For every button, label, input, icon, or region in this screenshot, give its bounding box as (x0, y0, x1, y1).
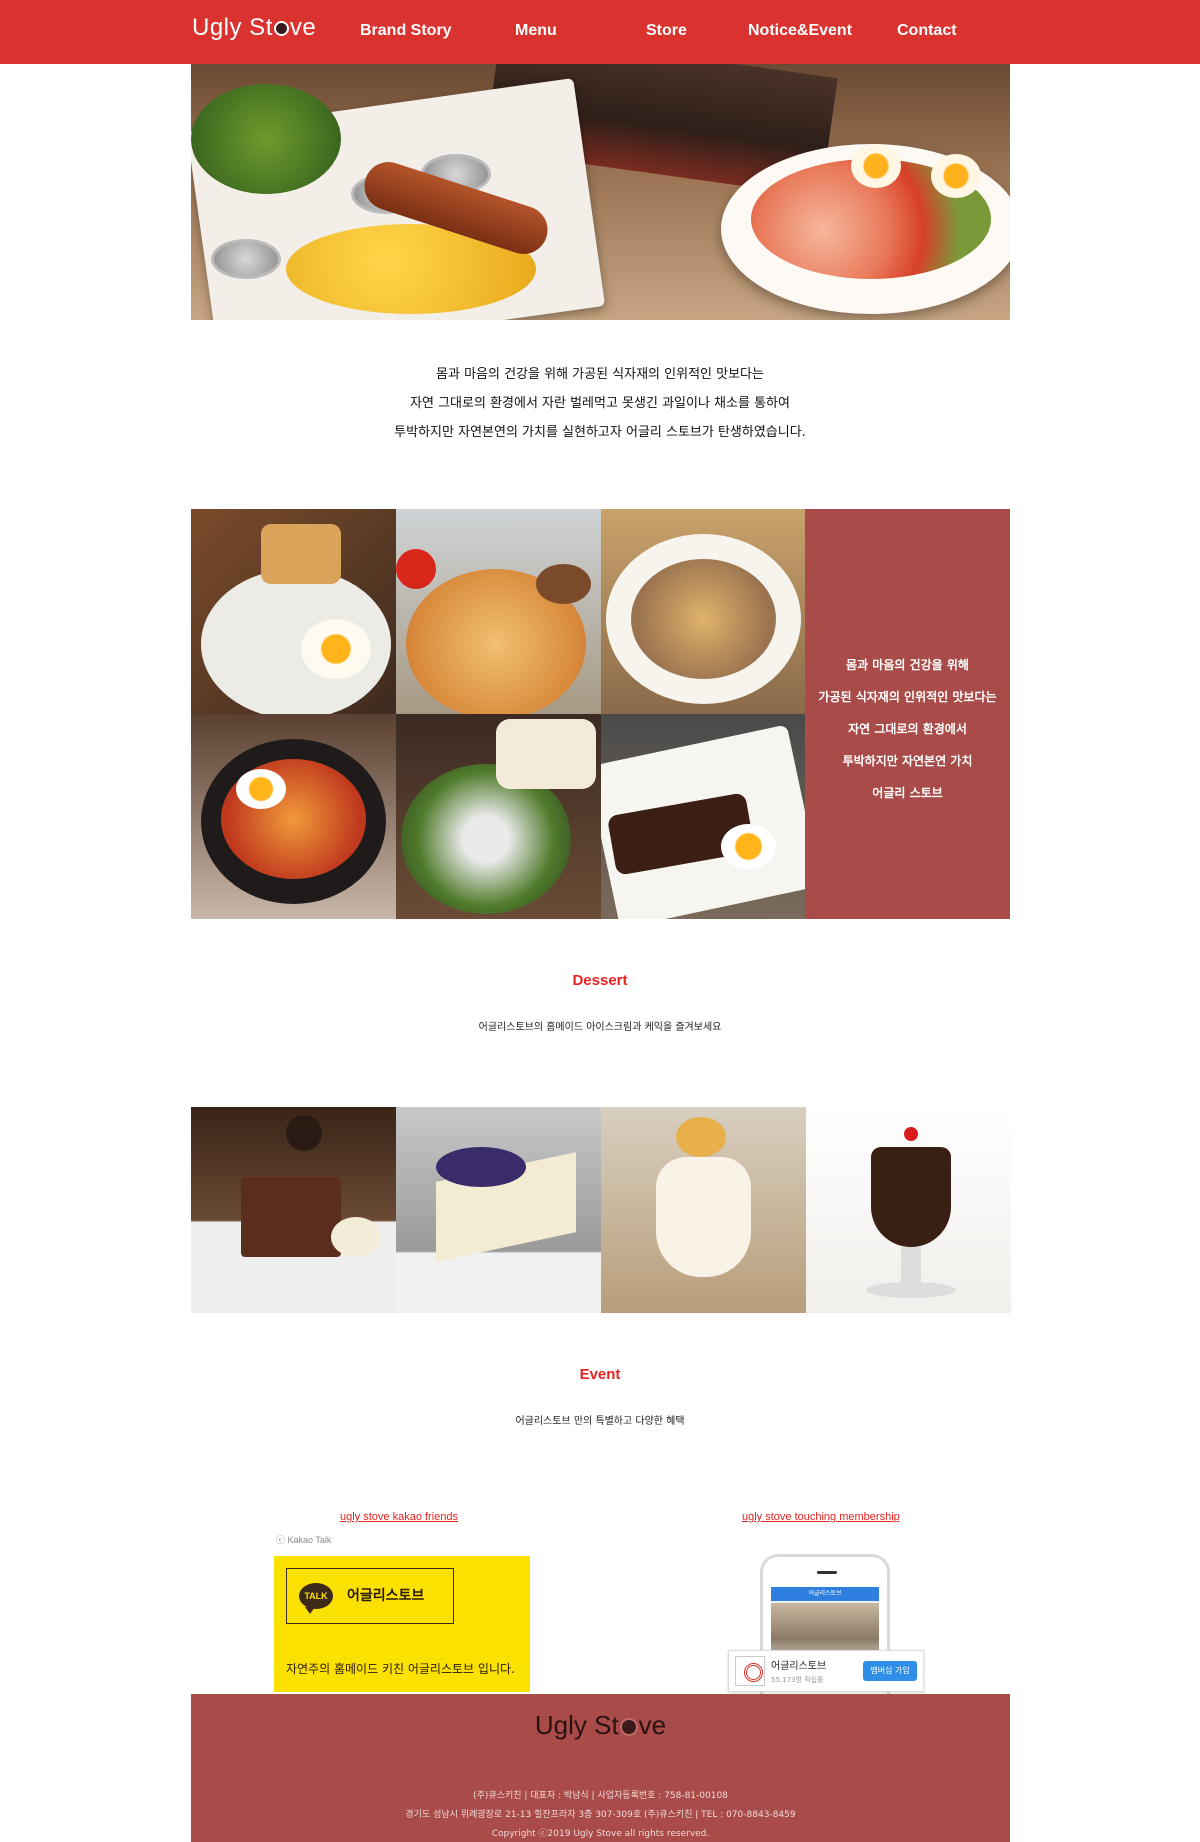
site-footer: Ugly St ve (주)큐스키친 | 대표자 : 박남식 | 사업자등록번호 … (191, 1694, 1010, 1842)
membership-card: 어글리스토브 55,173명 적립중 멤버십 가입 (728, 1650, 924, 1692)
dessert-photo-brownie[interactable] (191, 1107, 396, 1313)
site-logo[interactable]: Ugly St ve (192, 14, 316, 42)
menu-photo-grid: 몸과 마음의 건강을 위해 가공된 식자재의 인위적인 맛보다는 자연 그대로의… (191, 509, 1010, 919)
nav-brand-story[interactable]: Brand Story (360, 22, 452, 40)
membership-count: 55,173명 적립중 (771, 1676, 824, 1684)
panel-line: 투박하지만 자연본연 가치 (842, 754, 973, 768)
membership-join-button[interactable]: 멤버십 가입 (863, 1661, 917, 1681)
brand-intro: 몸과 마음의 건강을 위해 가공된 식자재의 인위적인 맛보다는 자연 그대로의… (0, 360, 1200, 447)
kakao-channel-box: TALK 어글리스토브 (286, 1568, 454, 1624)
nav-menu[interactable]: Menu (515, 22, 557, 40)
menu-brand-panel: 몸과 마음의 건강을 위해 가공된 식자재의 인위적인 맛보다는 자연 그대로의… (805, 509, 1010, 919)
footer-company-info: (주)큐스키친 | 대표자 : 박남식 | 사업자등록번호 : 758-81-0… (473, 1791, 728, 1801)
nav-notice-event[interactable]: Notice&Event (748, 22, 852, 40)
menu-photo-salad[interactable] (396, 714, 601, 919)
kakao-channel-name: 어글리스토브 (347, 1588, 425, 1604)
nav-store[interactable]: Store (646, 22, 687, 40)
menu-photo-pasta[interactable] (601, 509, 806, 714)
footer-copyright: Copyright ⓒ2019 Ugly Stove all rights re… (491, 1829, 710, 1839)
panel-line: 가공된 식자재의 인위적인 맛보다는 (818, 690, 997, 704)
kakao-talk-icon: TALK (299, 1583, 333, 1614)
dessert-photo-strip (191, 1107, 1011, 1313)
kakao-friends-link[interactable]: ugly stove kakao friends (340, 1511, 458, 1523)
panel-line: 몸과 마음의 건강을 위해 (846, 658, 969, 672)
event-title: Event (579, 1366, 621, 1383)
phone-speaker (817, 1571, 837, 1574)
footer-logo: Ugly St ve (534, 1710, 667, 1740)
intro-line: 투박하지만 자연본연의 가치를 실현하고자 어글리 스토브가 탄생하였습니다. (394, 425, 806, 440)
intro-line: 자연 그대로의 환경에서 자란 벌레먹고 못생긴 과일이나 채소를 통하여 (410, 396, 790, 411)
hero-food-image (191, 64, 1010, 320)
phone-screen-title: 어글리스토브 (771, 1587, 879, 1601)
dessert-photo-cheesecake[interactable] (396, 1107, 601, 1313)
menu-photo-pizza[interactable] (396, 509, 601, 714)
membership-link[interactable]: ugly stove touching membership (742, 1511, 900, 1523)
kakao-credit: ⓒ Kakao Talk (276, 1535, 332, 1545)
stove-logo-icon (273, 21, 289, 36)
dessert-photo-parfait[interactable] (601, 1107, 806, 1313)
dessert-photo-sundae[interactable] (806, 1107, 1011, 1313)
top-nav-bar: Ugly St ve Brand Story Menu Store Notice&… (0, 0, 1200, 64)
stove-logo-icon (619, 1718, 638, 1736)
dessert-title: Dessert (572, 972, 628, 989)
menu-photo-skillet[interactable] (191, 714, 396, 919)
ugly-stove-badge-icon (735, 1656, 765, 1686)
menu-photo-breakfast[interactable] (191, 509, 396, 714)
event-subtitle: 어글리스토브 만의 특별하고 다양한 혜택 (515, 1416, 685, 1427)
kakao-description: 자연주의 홈메이드 키친 어글리스토브 입니다. (286, 1662, 515, 1676)
kakao-banner[interactable]: TALK 어글리스토브 자연주의 홈메이드 키친 어글리스토브 입니다. (274, 1556, 530, 1692)
menu-photo-steak[interactable] (601, 714, 806, 919)
nav-contact[interactable]: Contact (897, 22, 957, 40)
panel-line: 자연 그대로의 환경에서 (848, 722, 967, 736)
membership-store-name: 어글리스토브 (771, 1661, 827, 1672)
dessert-subtitle: 어글리스토브의 홈메이드 아이스크림과 케익을 즐겨보세요 (478, 1022, 722, 1033)
panel-line: 어글리 스토브 (872, 786, 943, 800)
footer-address: 경기도 성남시 위례광장로 21-13 힐잔프라자 3층 307-309호 (주… (405, 1810, 796, 1820)
intro-line: 몸과 마음의 건강을 위해 가공된 식자재의 인위적인 맛보다는 (436, 367, 764, 382)
